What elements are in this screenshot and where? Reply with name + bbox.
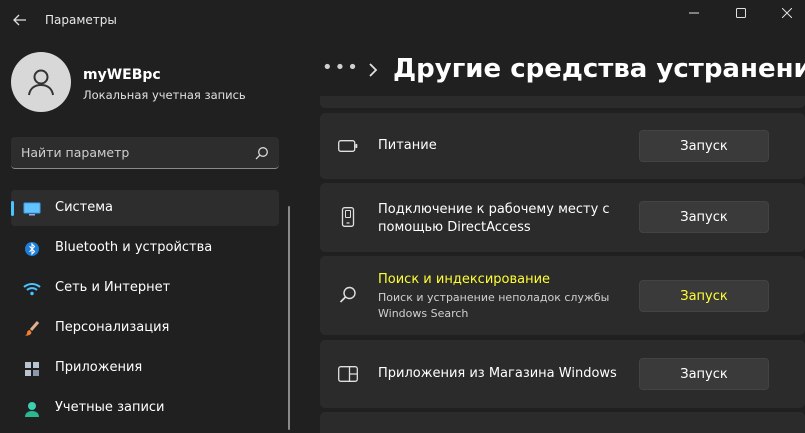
troubleshooter-directaccess: Подключение к рабочему месту с помощью D… <box>320 183 805 252</box>
maximize-button[interactable] <box>718 0 764 26</box>
card-partial-bottom <box>320 412 805 433</box>
account-type: Локальная учетная запись <box>83 88 246 102</box>
monitor-icon <box>23 200 41 218</box>
page-title-container: Другие средства устранения неполадок <box>393 48 805 92</box>
phone-icon <box>338 207 358 227</box>
apps-icon <box>23 360 41 378</box>
person-icon <box>23 400 41 418</box>
maximize-icon <box>736 8 746 18</box>
close-button[interactable] <box>764 0 805 26</box>
minimize-button[interactable] <box>671 0 717 26</box>
window-icon <box>338 364 358 384</box>
troubleshooter-title: Поиск и индексирование <box>378 272 551 287</box>
run-store-apps-button[interactable]: Запуск <box>639 358 769 390</box>
sidebar-item-apps[interactable]: Приложения <box>11 350 279 386</box>
sidebar-item-system[interactable]: Система <box>11 190 279 226</box>
sidebar-item-label: Персонализация <box>55 320 170 335</box>
breadcrumb-more-button[interactable]: ••• <box>322 57 360 78</box>
wifi-icon <box>23 280 41 298</box>
chevron-right-icon <box>369 63 378 77</box>
search-icon <box>338 285 358 305</box>
sidebar-item-label: Приложения <box>55 360 143 375</box>
avatar[interactable] <box>11 52 71 112</box>
troubleshooter-power: Питание Запуск <box>320 113 805 179</box>
battery-icon <box>338 136 358 156</box>
search-box[interactable] <box>11 137 279 169</box>
card-partial-top <box>320 96 805 108</box>
troubleshooter-description: Поиск и устранение неполадок службы Wind… <box>378 291 610 320</box>
page-title: Другие средства устранения неполадок <box>393 54 805 84</box>
arrow-left-icon <box>13 14 26 26</box>
run-directaccess-button[interactable]: Запуск <box>639 201 769 233</box>
back-button[interactable] <box>8 8 32 32</box>
sidebar-item-network[interactable]: Сеть и Интернет <box>11 270 279 306</box>
troubleshooter-title: Приложения из Магазина Windows <box>378 366 617 381</box>
sidebar-item-label: Bluetooth и устройства <box>55 240 213 255</box>
minimize-icon <box>689 12 699 14</box>
sidebar-item-label: Система <box>55 200 114 215</box>
sidebar-item-accounts[interactable]: Учетные записи <box>11 390 279 426</box>
run-search-indexing-button[interactable]: Запуск <box>639 280 769 312</box>
troubleshooter-title: Подключение к рабочему месту с помощью D… <box>378 202 610 235</box>
sidebar-item-bluetooth[interactable]: Bluetooth и устройства <box>11 230 279 266</box>
troubleshooter-title: Питание <box>378 138 437 153</box>
search-input[interactable] <box>11 137 241 168</box>
sidebar-item-label: Сеть и Интернет <box>55 280 171 295</box>
troubleshooter-search-indexing: Поиск и индексирование Поиск и устранени… <box>320 256 805 335</box>
bluetooth-icon <box>23 240 41 258</box>
sidebar-item-personalization[interactable]: Персонализация <box>11 310 279 346</box>
app-title: Параметры <box>45 13 117 27</box>
user-name: myWEBpc <box>83 67 161 83</box>
close-icon <box>782 8 792 18</box>
person-icon <box>28 69 54 96</box>
brush-icon <box>23 320 41 338</box>
sidebar-scrollbar[interactable] <box>288 206 290 430</box>
troubleshooter-store-apps: Приложения из Магазина Windows Запуск <box>320 340 805 408</box>
run-power-button[interactable]: Запуск <box>639 130 769 162</box>
title-bar: Параметры <box>0 0 805 40</box>
sidebar-nav: Система Bluetooth и устройства Сеть и Ин… <box>11 190 279 430</box>
sidebar-item-label: Учетные записи <box>55 400 165 415</box>
search-icon[interactable] <box>255 146 269 160</box>
